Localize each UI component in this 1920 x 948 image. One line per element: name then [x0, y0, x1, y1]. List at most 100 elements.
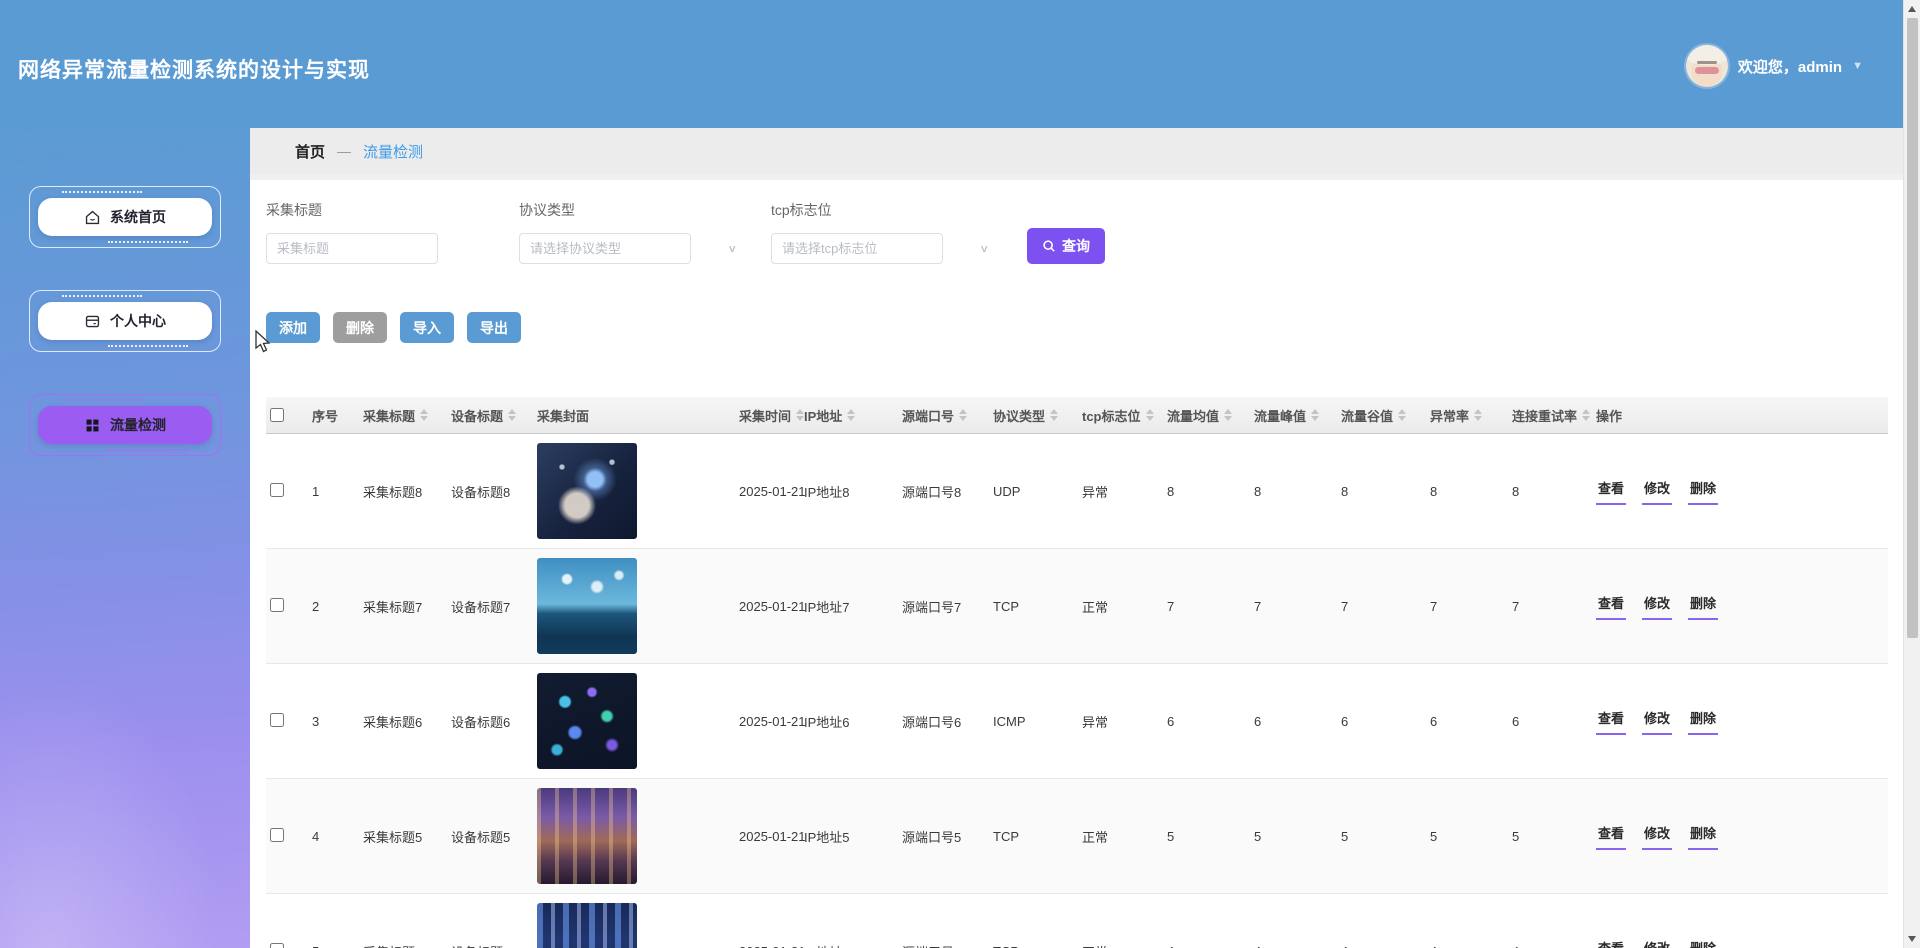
cell-date: 2025-01-21: [739, 483, 806, 499]
cell-retry: 6: [1512, 713, 1520, 729]
delete-button[interactable]: 删除: [333, 312, 387, 343]
delete-link[interactable]: 删除: [1688, 593, 1719, 620]
table-row: 1 采集标题8 设备标题8 2025-01-21 IP地址8 源端口号8 UDP 异常 8 8 8 8…: [266, 434, 1888, 549]
column-header[interactable]: IP地址: [804, 406, 902, 425]
table-header: 序号 采集标题 设备标题 采集封面 采集时间 IP地址 源端口号 协议类型 tcp标志位 流量均值…: [266, 397, 1888, 434]
chevron-down-icon[interactable]: ∨: [727, 243, 737, 256]
cell-tcp_flag: 正常: [1082, 942, 1167, 948]
view-link[interactable]: 查看: [1596, 708, 1627, 735]
sort-caret-icon[interactable]: [796, 409, 805, 421]
filter-tcp-flag: tcp标志位 ∨: [771, 200, 989, 264]
cell-ip: IP地址6: [804, 714, 850, 730]
select-all-checkbox[interactable]: [270, 408, 284, 422]
protocol-select[interactable]: [519, 233, 691, 264]
sidebar-item-home[interactable]: 系统首页: [29, 186, 221, 248]
cell-tcp_flag: 正常: [1082, 829, 1109, 845]
breadcrumb-current[interactable]: 流量检测: [363, 141, 423, 162]
scroll-down-arrow-icon[interactable]: [1908, 936, 1916, 942]
chevron-down-icon[interactable]: ∨: [979, 243, 989, 256]
profile-icon: [84, 313, 101, 330]
add-button[interactable]: 添加: [266, 312, 320, 343]
row-checkbox[interactable]: [270, 942, 284, 948]
sort-caret-icon[interactable]: [959, 409, 968, 421]
edit-link[interactable]: 修改: [1642, 938, 1672, 948]
cell-actions: 查看 修改 删除: [1596, 823, 1888, 850]
filter-bar: 采集标题 协议类型 ∨ tcp标志位 ∨: [266, 200, 1887, 264]
cell-anomaly: 4: [1430, 944, 1512, 948]
column-header[interactable]: 协议类型: [993, 406, 1082, 425]
cell-protocol: TCP: [993, 598, 1019, 614]
column-header[interactable]: 设备标题: [451, 406, 537, 425]
search-button[interactable]: 查询: [1027, 228, 1105, 264]
edit-link[interactable]: 修改: [1642, 478, 1673, 505]
breadcrumb-home: 首页: [295, 143, 326, 161]
column-header[interactable]: tcp标志位: [1082, 406, 1167, 425]
cell-port: 源端口号5: [902, 829, 962, 845]
view-link[interactable]: 查看: [1596, 478, 1627, 505]
scroll-up-arrow-icon[interactable]: [1908, 6, 1916, 12]
sidebar-item-label: 系统首页: [110, 209, 166, 225]
title-input[interactable]: [266, 233, 438, 264]
filter-label: 协议类型: [519, 202, 575, 218]
export-button[interactable]: 导出: [467, 312, 521, 343]
table-row: 4 采集标题5 设备标题5 2025-01-21 IP地址5 源端口号5 TCP 正常 5 5 5 5…: [266, 779, 1888, 894]
sort-caret-icon[interactable]: [420, 409, 429, 421]
header-checkbox-cell: [266, 408, 312, 422]
sidebar: 系统首页 个人中心 流量检测: [0, 128, 250, 948]
cell-protocol: TCP: [993, 828, 1019, 844]
scrollbar-thumb[interactable]: [1907, 18, 1918, 638]
user-menu[interactable]: 欢迎您，admin ▼: [1685, 45, 1863, 87]
cell-device: 设备标题6: [451, 714, 511, 730]
delete-link[interactable]: 删除: [1688, 478, 1719, 505]
cell-peak: 7: [1254, 598, 1262, 614]
row-checkbox[interactable]: [270, 482, 284, 497]
view-link[interactable]: 查看: [1596, 938, 1626, 948]
cell-cover: [537, 673, 739, 769]
column-header[interactable]: 连接重试率: [1512, 406, 1596, 425]
view-link[interactable]: 查看: [1596, 823, 1627, 850]
edit-link[interactable]: 修改: [1642, 593, 1673, 620]
sort-caret-icon[interactable]: [508, 409, 517, 421]
scrollbar[interactable]: [1903, 0, 1920, 948]
cell-retry: 5: [1512, 828, 1520, 844]
sort-caret-icon[interactable]: [1145, 409, 1154, 421]
column-header[interactable]: 流量均值: [1167, 406, 1254, 425]
sort-caret-icon[interactable]: [847, 409, 856, 421]
chevron-down-icon[interactable]: ▼: [1852, 60, 1863, 72]
column-header[interactable]: 源端口号: [902, 406, 993, 425]
cell-date: 2025-01-21: [739, 598, 806, 614]
row-checkbox[interactable]: [270, 827, 284, 842]
sidebar-item-label: 个人中心: [110, 313, 166, 329]
cell-peak: 4: [1254, 944, 1341, 948]
delete-link[interactable]: 删除: [1688, 938, 1718, 948]
cell-peak: 6: [1254, 713, 1262, 729]
delete-link[interactable]: 删除: [1688, 708, 1719, 735]
cell-avg: 8: [1167, 483, 1175, 499]
column-header[interactable]: 异常率: [1430, 406, 1512, 425]
sidebar-item-profile[interactable]: 个人中心: [29, 290, 221, 352]
sort-caret-icon[interactable]: [1311, 409, 1320, 421]
delete-link[interactable]: 删除: [1688, 823, 1719, 850]
import-button[interactable]: 导入: [400, 312, 454, 343]
sidebar-item-traffic-detect[interactable]: 流量检测: [29, 394, 221, 456]
column-header[interactable]: 流量峰值: [1254, 406, 1341, 425]
edit-link[interactable]: 修改: [1642, 708, 1673, 735]
tcp-flag-select[interactable]: [771, 233, 943, 264]
column-header[interactable]: 采集标题: [363, 406, 451, 425]
sort-caret-icon[interactable]: [1050, 409, 1059, 421]
cell-actions: 查看 修改 删除: [1596, 708, 1888, 735]
view-link[interactable]: 查看: [1596, 593, 1627, 620]
edit-link[interactable]: 修改: [1642, 823, 1673, 850]
sort-caret-icon[interactable]: [1474, 409, 1483, 421]
column-header[interactable]: 流量谷值: [1341, 406, 1430, 425]
sort-caret-icon[interactable]: [1398, 409, 1407, 421]
row-checkbox[interactable]: [270, 712, 284, 727]
sort-caret-icon[interactable]: [1582, 409, 1591, 421]
welcome-text: 欢迎您，admin: [1737, 58, 1843, 76]
avatar[interactable]: [1685, 45, 1728, 87]
column-header[interactable]: 采集时间: [739, 406, 805, 425]
sort-caret-icon[interactable]: [1224, 409, 1233, 421]
main-content: 首页 — 流量检测 采集标题 协议类型 ∨: [250, 128, 1903, 948]
cell-title: 采集标题8: [363, 484, 423, 500]
row-checkbox[interactable]: [270, 597, 284, 612]
